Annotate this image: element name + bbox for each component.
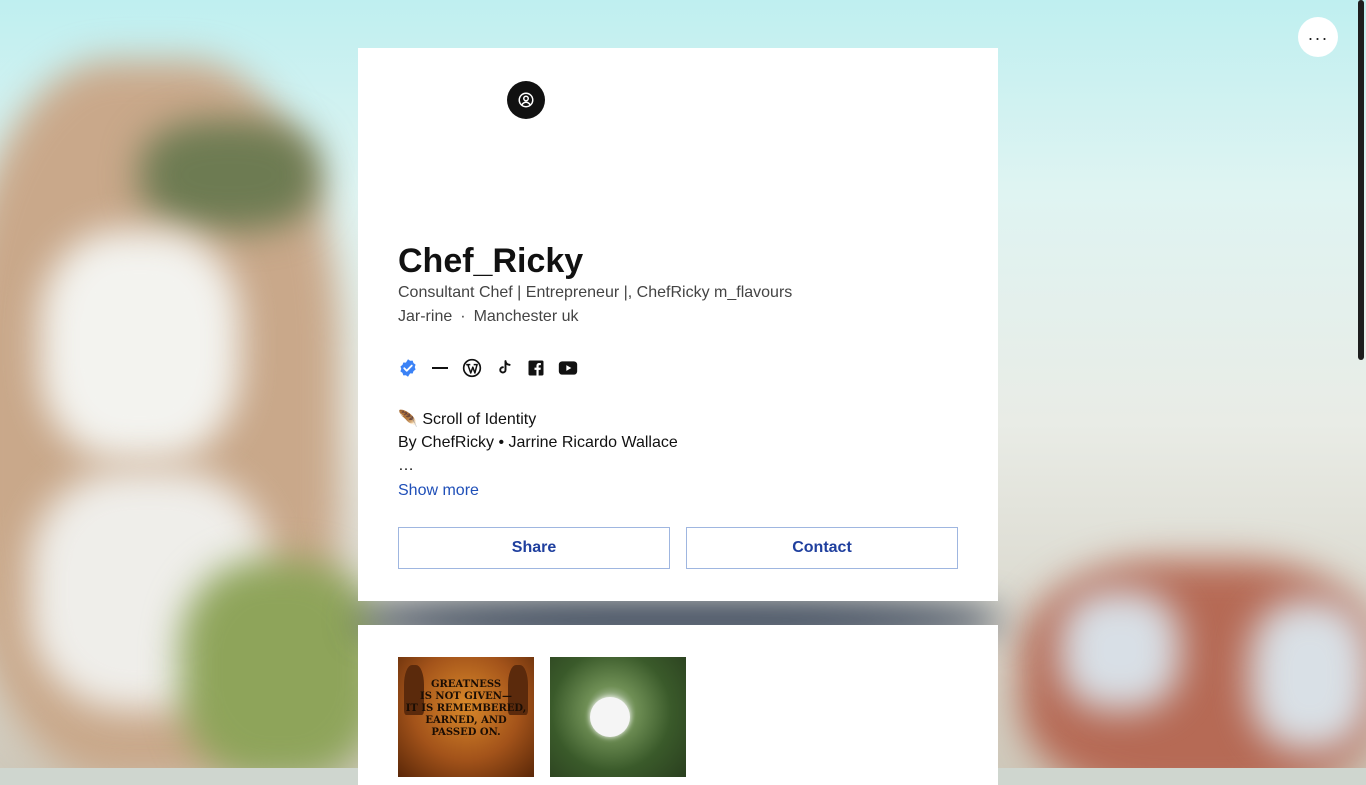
gallery-thumbnail[interactable] (550, 657, 686, 777)
gallery-card: GREATNESS IS NOT GIVEN— IT IS REMEMBERED… (358, 625, 998, 785)
wordpress-icon[interactable] (462, 358, 482, 378)
contact-button[interactable]: Contact (686, 527, 958, 569)
profile-handle: Jar-rine (398, 308, 453, 325)
avatar[interactable] (507, 81, 545, 119)
dash-icon (430, 358, 450, 378)
user-circle-icon (518, 92, 534, 108)
profile-tagline: Consultant Chef | Entrepreneur |, ChefRi… (398, 284, 793, 301)
bio-line: By ChefRicky • Jarrine Ricardo Wallace (398, 434, 678, 451)
profile-bio: 🪶 Scroll of Identity By ChefRicky • Jarr… (398, 408, 678, 477)
show-more-link[interactable]: Show more (398, 482, 479, 500)
tiktok-icon[interactable] (494, 358, 514, 378)
meta-separator: · (460, 308, 466, 325)
youtube-icon[interactable] (558, 358, 578, 378)
more-options-button[interactable]: ··· (1298, 17, 1338, 57)
gallery-thumbnail[interactable]: GREATNESS IS NOT GIVEN— IT IS REMEMBERED… (398, 657, 534, 777)
verified-badge-icon (398, 358, 418, 378)
bio-line: 🪶 Scroll of Identity (398, 411, 537, 428)
profile-location: Manchester uk (473, 308, 579, 325)
page-scrollbar[interactable] (1358, 0, 1364, 360)
profile-meta: Jar-rine · Manchester uk (398, 308, 579, 326)
profile-card: Chef_Ricky Consultant Chef | Entrepreneu… (358, 48, 998, 601)
share-button[interactable]: Share (398, 527, 670, 569)
bio-ellipsis: … (398, 457, 414, 474)
profile-name: Chef_Ricky (398, 242, 584, 280)
flower-image (590, 697, 630, 737)
facebook-icon[interactable] (526, 358, 546, 378)
thumbnail-caption: GREATNESS IS NOT GIVEN— IT IS REMEMBERED… (405, 679, 527, 738)
social-links (398, 358, 578, 378)
